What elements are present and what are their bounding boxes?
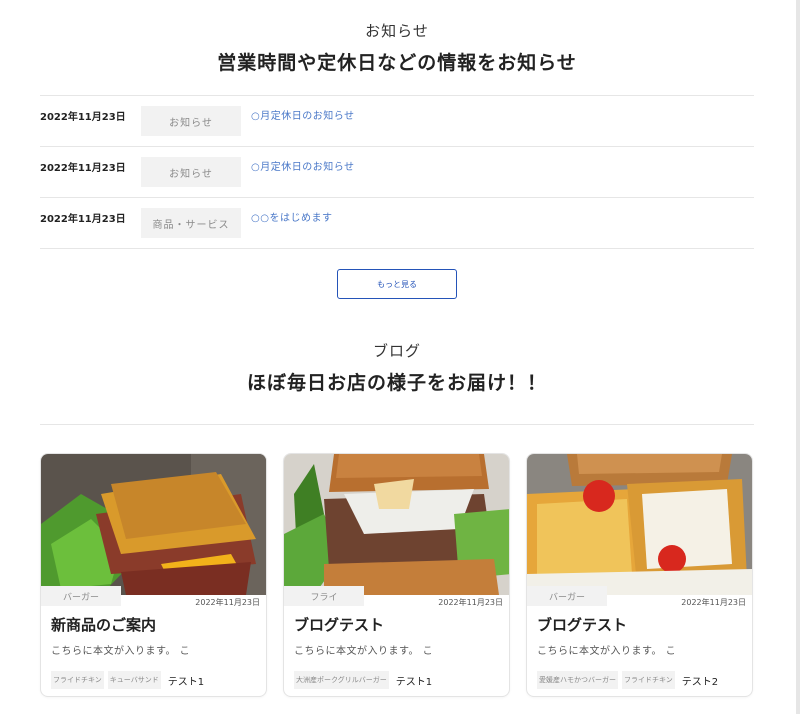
blog-tag[interactable]: フライドチキン bbox=[51, 671, 104, 689]
news-category-badge[interactable]: お知らせ bbox=[141, 106, 241, 136]
blog-eyebrow: ブログ bbox=[372, 342, 421, 360]
more-news-button[interactable]: もっと見る bbox=[337, 269, 457, 299]
blog-card[interactable]: フライ 2022年11月23日 ブログテスト こちらに本文が入ります。 こ 大洲… bbox=[283, 453, 510, 697]
blog-card-tags: 愛媛産ハモかつバーガー フライドチキン テスト2 bbox=[537, 671, 718, 689]
news-item: 2022年11月23日 お知らせ ○月定休日のお知らせ bbox=[40, 147, 754, 198]
blog-card-excerpt: こちらに本文が入ります。 こ bbox=[294, 646, 434, 657]
blog-author: テスト2 bbox=[681, 676, 719, 688]
news-date: 2022年11月23日 bbox=[40, 112, 126, 123]
news-headline: 営業時間や定休日などの情報をお知らせ bbox=[217, 52, 577, 74]
blog-divider bbox=[40, 424, 754, 425]
news-list: 2022年11月23日 お知らせ ○月定休日のお知らせ 2022年11月23日 … bbox=[40, 95, 754, 249]
blog-card-excerpt: こちらに本文が入ります。 こ bbox=[537, 646, 677, 657]
news-section-header: お知らせ 営業時間や定休日などの情報をお知らせ bbox=[0, 20, 794, 75]
blog-card-tags: 大洲産ポークグリルバーガー テスト1 bbox=[294, 671, 432, 689]
blog-card-image[interactable] bbox=[41, 454, 266, 595]
page-scrollbar[interactable] bbox=[796, 0, 800, 714]
blog-card-excerpt: こちらに本文が入ります。 こ bbox=[51, 646, 191, 657]
blog-category-badge[interactable]: バーガー bbox=[527, 586, 607, 606]
blog-card-tags: フライドチキン キューバサンド テスト1 bbox=[51, 671, 204, 689]
blog-date: 2022年11月23日 bbox=[195, 598, 260, 607]
blog-card-image[interactable] bbox=[527, 454, 752, 595]
blog-headline: ほぼ毎日お店の様子をお届け！！ bbox=[246, 372, 547, 394]
blog-author: テスト1 bbox=[167, 676, 205, 688]
blog-author: テスト1 bbox=[395, 676, 433, 688]
blog-tag[interactable]: 愛媛産ハモかつバーガー bbox=[537, 671, 618, 689]
blog-card-title[interactable]: ブログテスト bbox=[537, 614, 627, 635]
news-date: 2022年11月23日 bbox=[40, 214, 126, 225]
news-item: 2022年11月23日 商品・サービス ○○をはじめます bbox=[40, 198, 754, 249]
blog-card[interactable]: バーガー 2022年11月23日 新商品のご案内 こちらに本文が入ります。 こ … bbox=[40, 453, 267, 697]
blog-card-image[interactable] bbox=[284, 454, 509, 595]
news-eyebrow: お知らせ bbox=[365, 22, 429, 40]
news-date: 2022年11月23日 bbox=[40, 163, 126, 174]
news-title-link[interactable]: ○月定休日のお知らせ bbox=[251, 158, 355, 173]
news-category-badge[interactable]: 商品・サービス bbox=[141, 208, 241, 238]
news-title-link[interactable]: ○○をはじめます bbox=[251, 209, 332, 224]
blog-section-header: ブログ ほぼ毎日お店の様子をお届け！！ bbox=[0, 340, 794, 395]
blog-tag[interactable]: フライドチキン bbox=[622, 671, 675, 689]
blog-date: 2022年11月23日 bbox=[681, 598, 746, 607]
blog-card-title[interactable]: 新商品のご案内 bbox=[51, 614, 156, 635]
blog-tag[interactable]: 大洲産ポークグリルバーガー bbox=[294, 671, 389, 689]
blog-card-title[interactable]: ブログテスト bbox=[294, 614, 384, 635]
blog-tag[interactable]: キューバサンド bbox=[107, 671, 161, 689]
news-category-badge[interactable]: お知らせ bbox=[141, 157, 241, 187]
blog-category-badge[interactable]: バーガー bbox=[41, 586, 121, 606]
blog-date: 2022年11月23日 bbox=[438, 598, 503, 607]
news-title-link[interactable]: ○月定休日のお知らせ bbox=[251, 107, 355, 122]
scrollbar-thumb[interactable] bbox=[796, 0, 800, 714]
news-item: 2022年11月23日 お知らせ ○月定休日のお知らせ bbox=[40, 96, 754, 147]
blog-card[interactable]: バーガー 2022年11月23日 ブログテスト こちらに本文が入ります。 こ 愛… bbox=[526, 453, 753, 697]
blog-category-badge[interactable]: フライ bbox=[284, 586, 364, 606]
